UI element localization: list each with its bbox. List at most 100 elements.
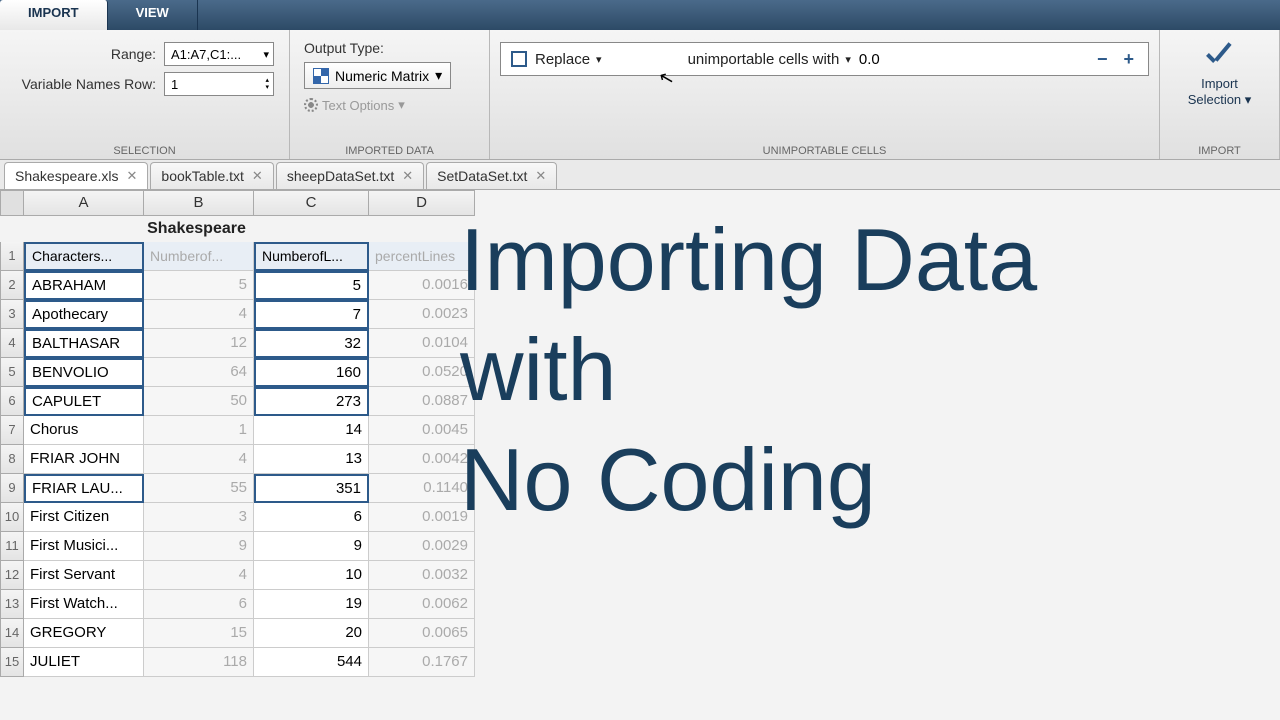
file-tab[interactable]: Shakespeare.xls✕ [4,162,148,189]
data-cell[interactable]: 160 [254,358,369,387]
data-cell[interactable]: 0.0045 [369,416,475,445]
data-cell[interactable]: 12 [144,329,254,358]
data-cell[interactable]: 20 [254,619,369,648]
data-cell[interactable]: 3 [144,503,254,532]
row-header[interactable]: 9 [0,474,24,503]
data-cell[interactable]: BALTHASAR [24,329,144,358]
data-cell[interactable]: 14 [254,416,369,445]
data-cell[interactable]: 351 [254,474,369,503]
data-cell[interactable]: GREGORY [24,619,144,648]
column-name-cell[interactable]: Characters... [24,242,144,271]
data-cell[interactable]: 0.1140 [369,474,475,503]
data-cell[interactable]: JULIET [24,648,144,677]
data-cell[interactable]: 4 [144,445,254,474]
varnames-spinner[interactable]: 1 [164,72,274,96]
row-header[interactable]: 11 [0,532,24,561]
remove-rule-button[interactable]: − [1093,49,1112,70]
data-cell[interactable]: 5 [144,271,254,300]
text-options-button[interactable]: Text Options ▾ [304,97,475,113]
data-cell[interactable]: 0.0104 [369,329,475,358]
data-cell[interactable]: ABRAHAM [24,271,144,300]
column-name-cell[interactable]: Numberof... [144,242,254,271]
data-cell[interactable]: 55 [144,474,254,503]
table-name[interactable]: Shakespeare [24,216,369,242]
file-tab[interactable]: bookTable.txt✕ [150,162,273,189]
data-cell[interactable]: 0.0042 [369,445,475,474]
row-header[interactable]: 14 [0,619,24,648]
data-cell[interactable]: 0.0019 [369,503,475,532]
data-cell[interactable]: 9 [254,532,369,561]
data-cell[interactable]: 4 [144,300,254,329]
data-cell[interactable]: 13 [254,445,369,474]
row-header[interactable]: 7 [0,416,24,445]
column-header[interactable]: A [24,190,144,216]
column-header[interactable]: C [254,190,369,216]
data-cell[interactable]: 32 [254,329,369,358]
data-cell[interactable]: BENVOLIO [24,358,144,387]
row-header[interactable]: 10 [0,503,24,532]
grid-corner[interactable] [0,190,24,216]
row-header[interactable]: 15 [0,648,24,677]
data-cell[interactable]: Apothecary [24,300,144,329]
data-cell[interactable]: 64 [144,358,254,387]
data-cell[interactable]: 1 [144,416,254,445]
row-header[interactable]: 2 [0,271,24,300]
close-icon[interactable]: ✕ [402,168,413,184]
data-cell[interactable]: 7 [254,300,369,329]
data-cell[interactable]: 6 [144,590,254,619]
row-header[interactable]: 3 [0,300,24,329]
import-selection-button[interactable]: Import Selection ▾ [1182,38,1258,113]
data-cell[interactable]: 15 [144,619,254,648]
close-icon[interactable]: ✕ [252,168,263,184]
column-header[interactable]: B [144,190,254,216]
column-name-cell[interactable]: NumberofL... [254,242,369,271]
tab-import[interactable]: IMPORT [0,0,108,30]
file-tab[interactable]: SetDataSet.txt✕ [426,162,557,189]
close-icon[interactable]: ✕ [535,168,546,184]
data-cell[interactable]: 10 [254,561,369,590]
column-name-cell[interactable]: percentLines [369,242,475,271]
data-cell[interactable]: 0.0062 [369,590,475,619]
data-cell[interactable]: FRIAR JOHN [24,445,144,474]
column-header[interactable]: D [369,190,475,216]
data-cell[interactable]: 544 [254,648,369,677]
replacement-value-input[interactable] [859,51,919,68]
data-cell[interactable]: First Watch... [24,590,144,619]
row-header[interactable]: 1 [0,242,24,271]
data-cell[interactable]: First Servant [24,561,144,590]
data-cell[interactable]: First Musici... [24,532,144,561]
data-cell[interactable]: 0.0023 [369,300,475,329]
data-cell[interactable]: 0.1767 [369,648,475,677]
data-cell[interactable]: FRIAR LAU... [24,474,144,503]
tab-view[interactable]: VIEW [108,0,198,30]
output-type-dropdown[interactable]: Numeric Matrix ▾ [304,62,451,89]
row-header[interactable]: 13 [0,590,24,619]
replace-action-dropdown[interactable]: Replace [535,51,602,68]
data-cell[interactable]: 273 [254,387,369,416]
data-cell[interactable]: 118 [144,648,254,677]
data-cell[interactable]: 9 [144,532,254,561]
data-cell[interactable]: 0.0016 [369,271,475,300]
data-cell[interactable]: 0.0520 [369,358,475,387]
data-cell[interactable]: 19 [254,590,369,619]
data-cell[interactable]: 0.0032 [369,561,475,590]
row-header[interactable]: 8 [0,445,24,474]
row-header[interactable]: 5 [0,358,24,387]
data-cell[interactable]: 5 [254,271,369,300]
close-icon[interactable]: ✕ [127,168,138,184]
data-cell[interactable]: Chorus [24,416,144,445]
data-cell[interactable]: 50 [144,387,254,416]
data-cell[interactable]: 4 [144,561,254,590]
data-cell[interactable]: CAPULET [24,387,144,416]
data-cell[interactable]: 0.0887 [369,387,475,416]
cells-with-dropdown[interactable]: unimportable cells with [688,51,851,68]
row-header[interactable]: 12 [0,561,24,590]
data-cell[interactable]: 0.0065 [369,619,475,648]
range-dropdown[interactable]: A1:A7,C1:... [164,42,274,66]
row-header[interactable]: 6 [0,387,24,416]
add-rule-button[interactable]: + [1119,49,1138,70]
data-cell[interactable]: 0.0029 [369,532,475,561]
data-cell[interactable]: First Citizen [24,503,144,532]
file-tab[interactable]: sheepDataSet.txt✕ [276,162,424,189]
replace-checkbox[interactable] [511,51,527,67]
